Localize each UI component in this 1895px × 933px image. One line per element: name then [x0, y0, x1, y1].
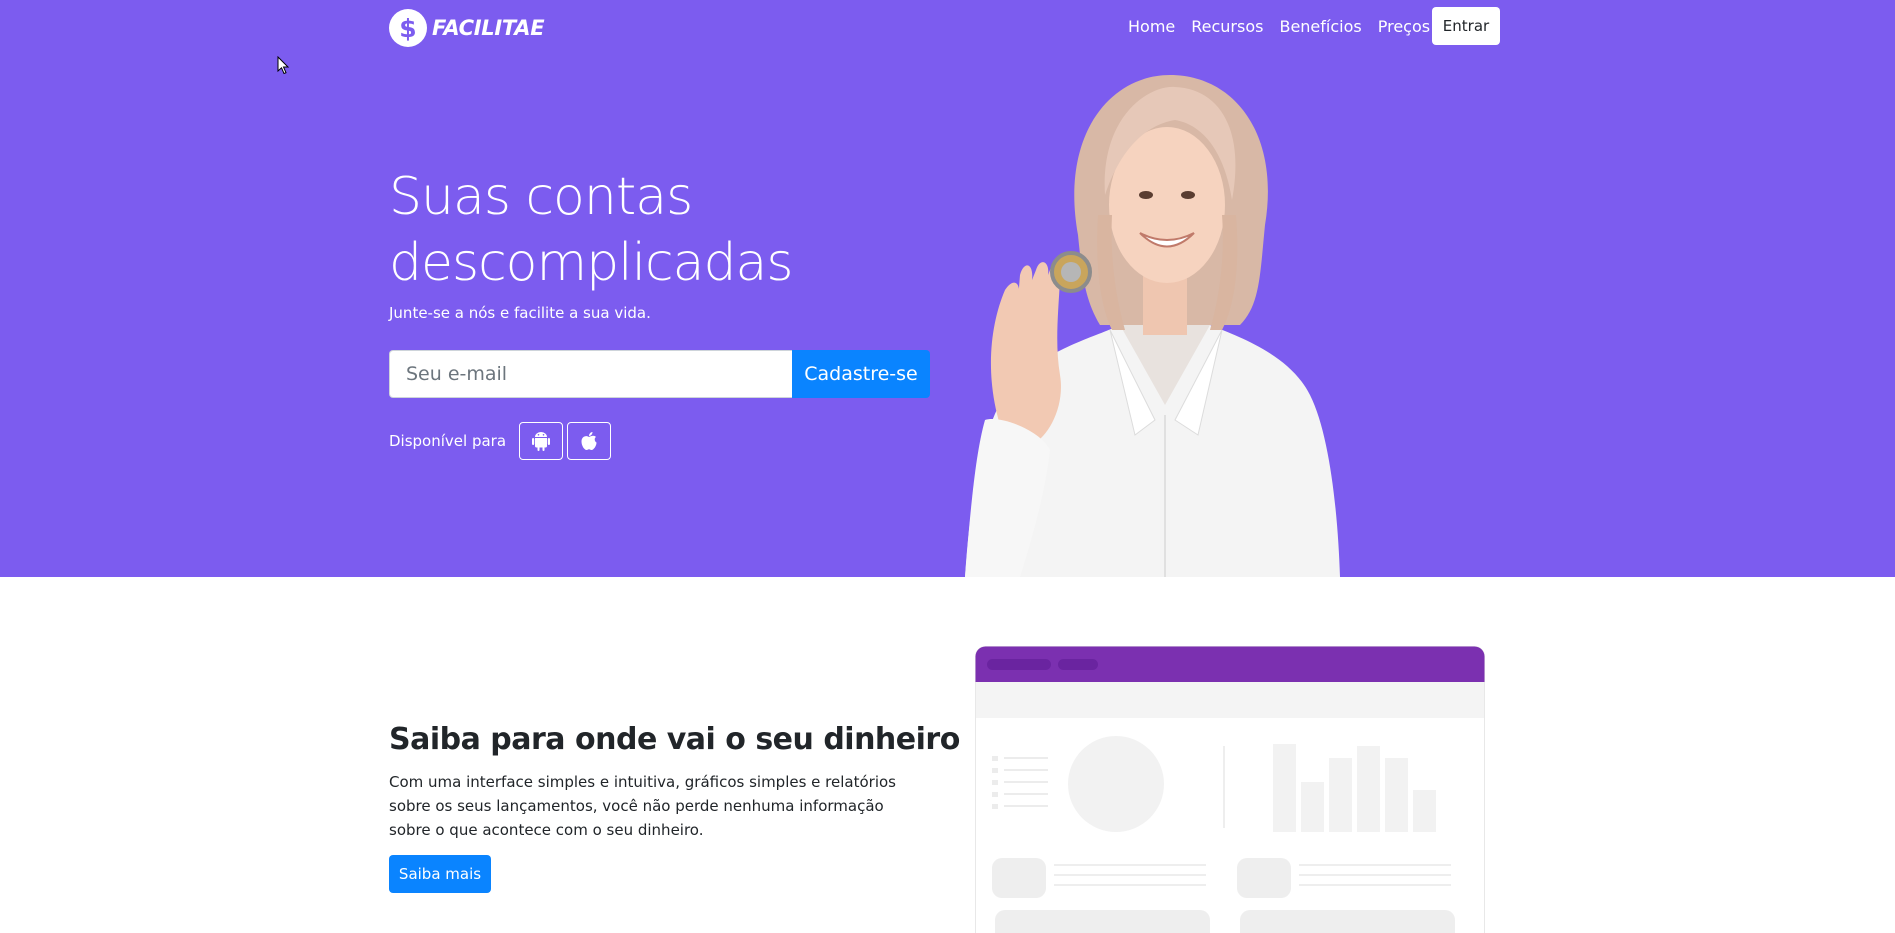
mouse-cursor-icon [277, 56, 290, 75]
hero-subtitle: Junte-se a nós e facilite a sua vida. [389, 304, 651, 322]
hero-title-line1: Suas contas [389, 167, 693, 227]
brand-logo[interactable]: $ FACILITAE [389, 9, 545, 47]
dollar-icon: $ [389, 9, 427, 47]
nav-link-beneficios[interactable]: Benefícios [1271, 16, 1369, 38]
apple-icon [581, 432, 597, 450]
available-platforms: Disponível para [389, 422, 615, 460]
hero-section: $ FACILITAE Home Recursos Benefícios Pre… [0, 0, 1895, 577]
feature-text: Com uma interface simples e intuitiva, g… [389, 773, 896, 839]
apple-store-button[interactable] [567, 422, 612, 460]
learn-more-button[interactable]: Saiba mais [389, 855, 491, 893]
signup-button[interactable]: Cadastre-se [792, 350, 930, 398]
login-button[interactable]: Entrar [1432, 7, 1500, 45]
navbar: $ FACILITAE Home Recursos Benefícios Pre… [0, 0, 1895, 56]
brand-name: FACILITAE [432, 16, 545, 40]
hero-title-line2: descomplicadas [389, 233, 793, 293]
email-input[interactable] [389, 350, 792, 398]
hero-title: Suas contas descomplicadas [389, 164, 909, 296]
android-store-button[interactable] [519, 422, 564, 460]
android-icon [532, 432, 551, 451]
signup-form: Cadastre-se [389, 350, 930, 398]
nav-link-recursos[interactable]: Recursos [1183, 16, 1271, 38]
nav-link-home[interactable]: Home [1120, 16, 1183, 38]
nav-links: Home Recursos Benefícios Preços [1120, 16, 1438, 38]
nav-link-precos[interactable]: Preços [1370, 16, 1438, 38]
dashboard-mockup-image [975, 646, 1485, 933]
available-label: Disponível para [389, 432, 507, 450]
woman-holding-coin-image [965, 75, 1340, 577]
feature-title: Saiba para onde vai o seu dinheiro [389, 722, 960, 757]
